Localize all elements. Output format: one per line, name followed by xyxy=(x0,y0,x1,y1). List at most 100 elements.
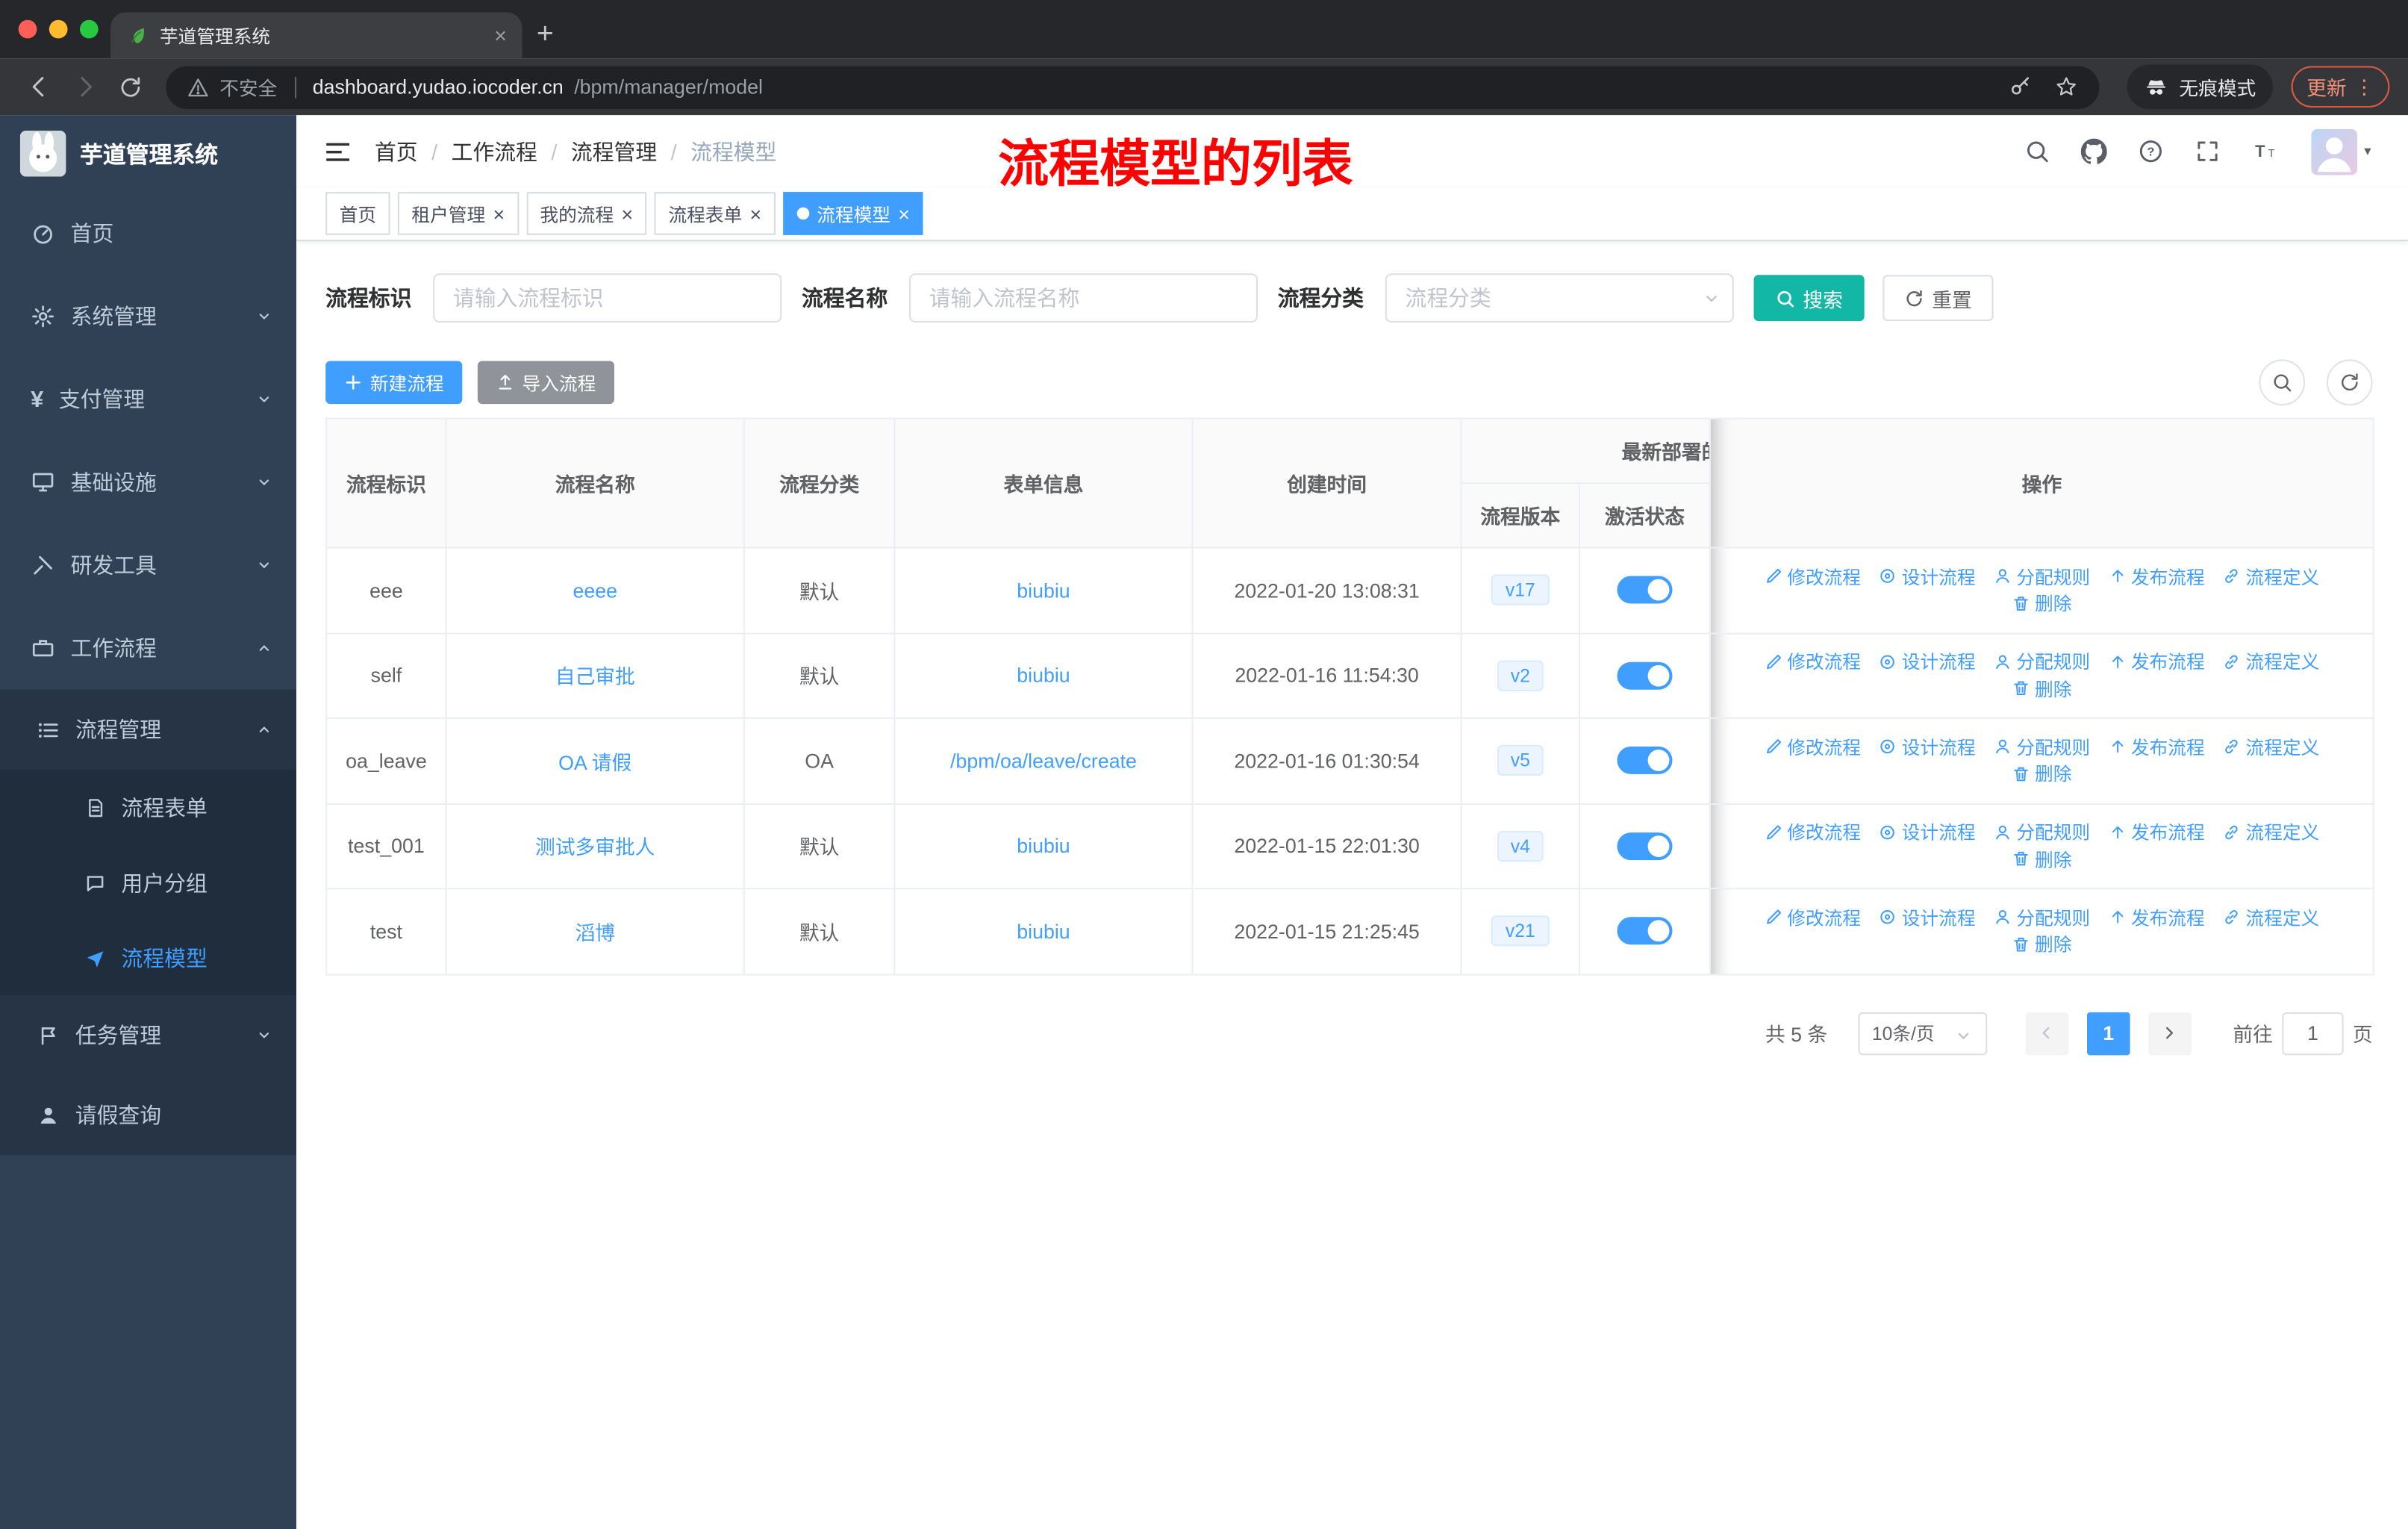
op-definition-link[interactable]: 流程定义 xyxy=(2223,649,2319,675)
url-bar[interactable]: 不安全 dashboard.yudao.iocoder.cn/bpm/manag… xyxy=(166,65,2100,109)
goto-page-input[interactable] xyxy=(2282,1011,2344,1055)
op-definition-link[interactable]: 流程定义 xyxy=(2223,819,2319,845)
op-publish-link[interactable]: 发布流程 xyxy=(2108,649,2205,675)
minimize-window-button[interactable] xyxy=(49,19,68,39)
avatar[interactable] xyxy=(2312,128,2359,175)
tag-tenant[interactable]: 租户管理 × xyxy=(397,192,519,235)
op-design-link[interactable]: 设计流程 xyxy=(1879,734,1976,760)
import-process-button[interactable]: 导入流程 xyxy=(477,361,615,405)
op-publish-link[interactable]: 发布流程 xyxy=(2108,734,2205,760)
op-modify-link[interactable]: 修改流程 xyxy=(1764,564,1861,590)
category-select[interactable] xyxy=(1385,273,1734,323)
update-button[interactable]: 更新 ⋮ xyxy=(2291,66,2390,108)
back-button[interactable] xyxy=(19,66,58,106)
active-toggle[interactable] xyxy=(1617,917,1673,945)
prev-page-button[interactable] xyxy=(2025,1011,2069,1055)
form-info-link[interactable]: biubiu xyxy=(1017,920,1070,943)
form-info-link[interactable]: biubiu xyxy=(1017,579,1070,602)
close-icon[interactable]: × xyxy=(898,204,910,224)
op-definition-link[interactable]: 流程定义 xyxy=(2223,904,2319,930)
breadcrumb-home[interactable]: 首页 xyxy=(375,136,418,166)
op-design-link[interactable]: 设计流程 xyxy=(1879,649,1976,675)
process-id-input[interactable] xyxy=(433,273,782,323)
op-definition-link[interactable]: 流程定义 xyxy=(2223,564,2319,590)
process-name-link[interactable]: 自己审批 xyxy=(555,665,635,688)
form-info-link[interactable]: biubiu xyxy=(1017,835,1070,858)
close-icon[interactable]: × xyxy=(750,204,762,224)
sidebar-item-devtools[interactable]: 研发工具 xyxy=(0,524,296,607)
user-menu[interactable]: ▾ xyxy=(2312,128,2371,175)
zoom-window-button[interactable] xyxy=(79,19,99,39)
op-delete-link[interactable]: 删除 xyxy=(2012,846,2071,872)
op-definition-link[interactable]: 流程定义 xyxy=(2223,734,2319,760)
op-assign-link[interactable]: 分配规则 xyxy=(1994,904,2090,930)
reload-button[interactable] xyxy=(110,66,150,106)
form-info-link[interactable]: biubiu xyxy=(1017,664,1070,687)
active-toggle[interactable] xyxy=(1617,747,1673,775)
tag-process-model[interactable]: 流程模型 × xyxy=(782,192,924,235)
tag-process-form[interactable]: 流程表单 × xyxy=(654,192,776,235)
page-1-button[interactable]: 1 xyxy=(2086,1011,2130,1055)
process-name-link[interactable]: 测试多审批人 xyxy=(535,836,655,859)
sidebar-item-system[interactable]: 系统管理 xyxy=(0,275,296,358)
process-name-link[interactable]: eeee xyxy=(573,579,617,602)
search-button[interactable]: 搜索 xyxy=(1753,275,1865,321)
reset-button[interactable]: 重置 xyxy=(1883,275,1994,321)
password-key-icon[interactable] xyxy=(2009,75,2032,99)
close-icon[interactable]: × xyxy=(493,204,505,224)
process-name-input[interactable] xyxy=(908,273,1258,323)
op-design-link[interactable]: 设计流程 xyxy=(1879,819,1976,845)
op-modify-link[interactable]: 修改流程 xyxy=(1764,649,1861,675)
font-size-icon[interactable]: TT xyxy=(2252,138,2281,164)
op-design-link[interactable]: 设计流程 xyxy=(1879,564,1976,590)
tag-home[interactable]: 首页 xyxy=(325,192,390,235)
create-process-button[interactable]: 新建流程 xyxy=(325,361,463,405)
show-search-icon[interactable] xyxy=(2259,359,2306,406)
active-toggle[interactable] xyxy=(1617,661,1673,690)
tag-my-process[interactable]: 我的流程 × xyxy=(525,192,647,235)
op-delete-link[interactable]: 删除 xyxy=(2012,676,2071,702)
op-modify-link[interactable]: 修改流程 xyxy=(1764,734,1861,760)
op-delete-link[interactable]: 删除 xyxy=(2012,931,2071,957)
sidebar-item-infra[interactable]: 基础设施 xyxy=(0,440,296,523)
sidebar-item-workflow[interactable]: 工作流程 xyxy=(0,607,296,690)
menu-dots-icon[interactable]: ⋮ xyxy=(2354,75,2374,99)
breadcrumb-workflow[interactable]: 工作流程 xyxy=(452,136,537,166)
op-delete-link[interactable]: 删除 xyxy=(2012,761,2071,787)
process-name-link[interactable]: 滔博 xyxy=(575,921,615,944)
fullscreen-icon[interactable] xyxy=(2195,138,2221,164)
op-assign-link[interactable]: 分配规则 xyxy=(1994,564,2090,590)
forward-button[interactable] xyxy=(64,66,104,106)
next-page-button[interactable] xyxy=(2148,1011,2192,1055)
op-publish-link[interactable]: 发布流程 xyxy=(2108,904,2205,930)
op-modify-link[interactable]: 修改流程 xyxy=(1764,819,1861,845)
github-icon[interactable] xyxy=(2081,138,2108,164)
sidebar-item-payment[interactable]: ¥ 支付管理 xyxy=(0,358,296,440)
new-tab-button[interactable]: + xyxy=(523,12,569,58)
op-publish-link[interactable]: 发布流程 xyxy=(2108,819,2205,845)
op-assign-link[interactable]: 分配规则 xyxy=(1994,649,2090,675)
op-assign-link[interactable]: 分配规则 xyxy=(1994,819,2090,845)
op-publish-link[interactable]: 发布流程 xyxy=(2108,564,2205,590)
sidebar-item-home[interactable]: 首页 xyxy=(0,192,296,275)
tab-close-icon[interactable]: × xyxy=(494,23,507,48)
close-icon[interactable]: × xyxy=(622,204,634,224)
op-assign-link[interactable]: 分配规则 xyxy=(1994,734,2090,760)
sidebar-item-process-mgmt[interactable]: 流程管理 xyxy=(0,689,297,770)
search-icon[interactable] xyxy=(2025,138,2051,164)
collapse-menu-icon[interactable] xyxy=(322,136,353,166)
close-window-button[interactable] xyxy=(18,19,37,39)
active-toggle[interactable] xyxy=(1617,576,1673,605)
help-icon[interactable]: ? xyxy=(2139,138,2165,164)
sidebar-item-leave-query[interactable]: 请假查询 xyxy=(0,1075,297,1156)
active-toggle[interactable] xyxy=(1617,832,1673,860)
sidebar-item-user-group[interactable]: 用户分组 xyxy=(0,844,297,921)
process-name-link[interactable]: OA 请假 xyxy=(558,751,631,774)
sidebar-item-task-mgmt[interactable]: 任务管理 xyxy=(0,995,297,1076)
form-info-link[interactable]: /bpm/oa/leave/create xyxy=(950,749,1137,772)
breadcrumb-process-mgmt[interactable]: 流程管理 xyxy=(571,136,657,166)
sidebar-item-process-model[interactable]: 流程模型 xyxy=(0,920,297,996)
op-design-link[interactable]: 设计流程 xyxy=(1879,904,1976,930)
security-warning-icon[interactable] xyxy=(187,76,209,98)
browser-tab[interactable]: 芋道管理系统 × xyxy=(110,12,523,59)
